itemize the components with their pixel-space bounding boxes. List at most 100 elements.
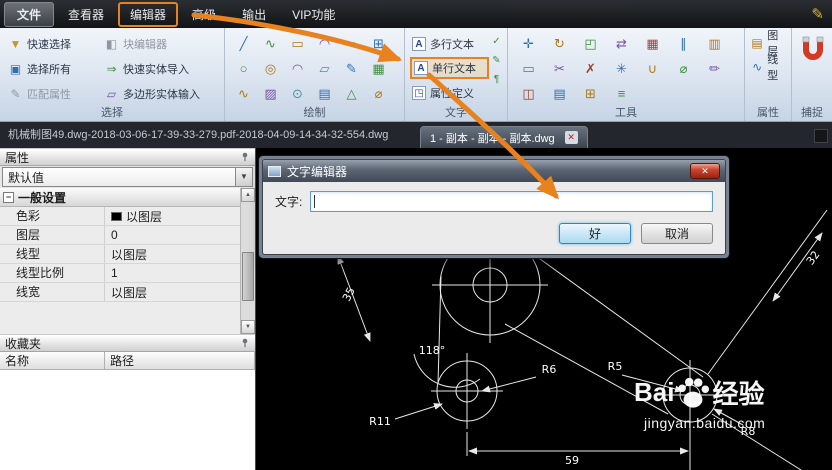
property-group-header[interactable]: − 一般设置 [0, 188, 240, 207]
draw-tool-button[interactable]: ⊞ [373, 36, 384, 52]
attribute-define-button[interactable]: ◳ 属性定义 [410, 80, 489, 105]
panel-title: 收藏夹 [5, 336, 42, 351]
linetype-button[interactable]: ∿ 线型 [750, 54, 788, 82]
tool-button[interactable]: ↻ [554, 36, 565, 52]
menu-item-output[interactable]: 输出 [230, 2, 278, 27]
draw-tool-button[interactable]: ◎ [265, 61, 276, 77]
draw-tool-button[interactable]: ⊙ [292, 86, 303, 102]
property-value[interactable]: 1 [105, 266, 240, 280]
paragraph-icon[interactable]: ¶ [489, 74, 504, 85]
active-document-tab[interactable]: 1 - 副本 - 副本 - 副本.dwg ✕ [420, 126, 588, 148]
menu-item-file[interactable]: 文件 [4, 1, 55, 27]
single-line-text-button[interactable]: A 单行文本 [410, 57, 489, 79]
tool-button[interactable]: ▦ [646, 36, 658, 52]
dialog-titlebar[interactable]: 文字编辑器 ✕ [263, 160, 725, 182]
draw-tool-button[interactable]: ⌀ [375, 86, 383, 102]
dialog-close-button[interactable]: ✕ [690, 163, 720, 179]
tool-button[interactable]: ▭ [522, 61, 534, 77]
text-input[interactable] [310, 191, 713, 212]
pin-icon[interactable] [240, 338, 250, 348]
draw-tool-button[interactable]: △ [347, 86, 357, 102]
tool-button[interactable]: ∥ [680, 36, 687, 52]
tool-button[interactable]: ∪ [648, 61, 658, 77]
tool-button[interactable]: ≡ [618, 86, 626, 101]
menu-item-vip[interactable]: VIP功能 [280, 2, 347, 27]
draw-tool-button[interactable]: ∿ [265, 36, 276, 52]
scroll-down-icon[interactable]: ▼ [241, 320, 255, 334]
menu-item-editor[interactable]: 编辑器 [118, 1, 179, 27]
dimension-label: 32 [804, 248, 823, 267]
tool-button[interactable]: ◫ [522, 86, 534, 102]
favorites-list[interactable] [0, 370, 255, 470]
cancel-button[interactable]: 取消 [641, 223, 713, 244]
draw-tool-button[interactable]: ≈ [348, 36, 355, 51]
collapse-icon[interactable]: − [3, 191, 14, 203]
tool-button[interactable]: ✛ [523, 36, 534, 52]
draw-tool-button[interactable]: ◠ [319, 36, 330, 52]
menu-item-advanced[interactable]: 高级 [180, 2, 228, 27]
edit-pencil-icon[interactable]: ✎ [811, 5, 824, 23]
property-value[interactable]: 以图层 [105, 284, 240, 301]
ok-button[interactable]: 好 [559, 223, 631, 244]
property-row: 线型比例 1 [0, 264, 240, 283]
tool-button[interactable]: ✳ [616, 61, 627, 77]
polygon-entity-input-button[interactable]: ▱ 多边形实体输入 [101, 85, 219, 103]
chevron-down-icon[interactable]: ▼ [235, 168, 252, 186]
value-text: 以图层 [111, 285, 148, 300]
dimension-label: R11 [369, 415, 391, 428]
scrollbar[interactable]: ▲ ▼ [240, 188, 255, 334]
tool-button[interactable]: ▤ [553, 86, 565, 102]
draw-tool-button[interactable]: ○ [240, 61, 248, 76]
group-title: 一般设置 [18, 190, 67, 205]
edit-text-icon[interactable]: ✎ [489, 55, 504, 66]
column-header-path[interactable]: 路径 [105, 352, 255, 370]
column-header-name[interactable]: 名称 [0, 352, 105, 370]
draw-tool-button[interactable]: ◠ [292, 61, 303, 77]
scroll-up-icon[interactable]: ▲ [241, 188, 255, 202]
pin-icon[interactable] [240, 152, 250, 162]
property-value[interactable]: 以图层 [105, 246, 240, 263]
tab-scroll-button[interactable] [814, 129, 828, 143]
text-caret [314, 195, 316, 208]
snap-magnet-icon[interactable] [801, 36, 825, 63]
tool-button[interactable]: ⇄ [616, 36, 627, 52]
draw-tool-button[interactable]: ✎ [346, 61, 357, 77]
scroll-thumb[interactable] [242, 251, 254, 302]
draw-tool-button[interactable]: ╱ [240, 36, 248, 52]
quick-select-button[interactable]: ▼ 快速选择 [5, 35, 101, 53]
tool-button[interactable]: ✗ [585, 61, 596, 77]
tool-button[interactable]: ⊞ [585, 86, 596, 102]
match-properties-button[interactable]: ✎ 匹配属性 [5, 85, 101, 103]
attribute-icon: ◳ [412, 85, 426, 100]
button-label: 选择所有 [27, 63, 71, 76]
menu-item-viewer[interactable]: 查看器 [56, 2, 116, 27]
select-all-button[interactable]: ▣ 选择所有 [5, 60, 101, 78]
tab-close-icon[interactable]: ✕ [564, 131, 578, 144]
tool-button[interactable]: ▥ [708, 36, 720, 52]
watermark-suffix: 经验 [712, 379, 765, 409]
quick-entity-import-button[interactable]: ⇒ 快速实体导入 [101, 60, 219, 78]
dialog-app-icon [268, 165, 281, 177]
text-a-icon: A [412, 36, 426, 51]
tool-button[interactable]: ⌀ [680, 61, 688, 77]
property-label: 图层 [0, 226, 105, 244]
property-value[interactable]: 0 [105, 228, 240, 242]
draw-tool-button[interactable]: ▤ [318, 86, 330, 102]
tool-button[interactable]: ✏ [709, 61, 720, 77]
draw-tool-button[interactable]: ▭ [291, 36, 303, 52]
tool-button[interactable]: ◰ [584, 36, 596, 52]
preset-dropdown[interactable]: 默认值 ▼ [2, 167, 253, 187]
group-label-snap: 捕捉 [801, 107, 823, 119]
property-value[interactable]: 以图层 [105, 208, 240, 225]
document-path-tab[interactable]: 机械制图49.dwg-2018-03-06-17-39-33-279.pdf-2… [0, 126, 420, 148]
draw-tool-button[interactable]: ▱ [320, 61, 330, 77]
block-editor-button[interactable]: ◧ 块编辑器 [101, 35, 219, 53]
draw-tool-button[interactable]: ∿ [238, 86, 249, 102]
tool-button[interactable]: ✂ [554, 61, 565, 77]
scroll-track[interactable] [241, 202, 255, 320]
draw-tool-button[interactable]: ▨ [264, 86, 276, 102]
draw-tool-button[interactable]: ▦ [372, 61, 384, 77]
spell-check-icon[interactable]: ✓ [489, 36, 504, 47]
multiline-text-button[interactable]: A 多行文本 [410, 31, 489, 56]
button-label: 线型 [767, 54, 779, 82]
